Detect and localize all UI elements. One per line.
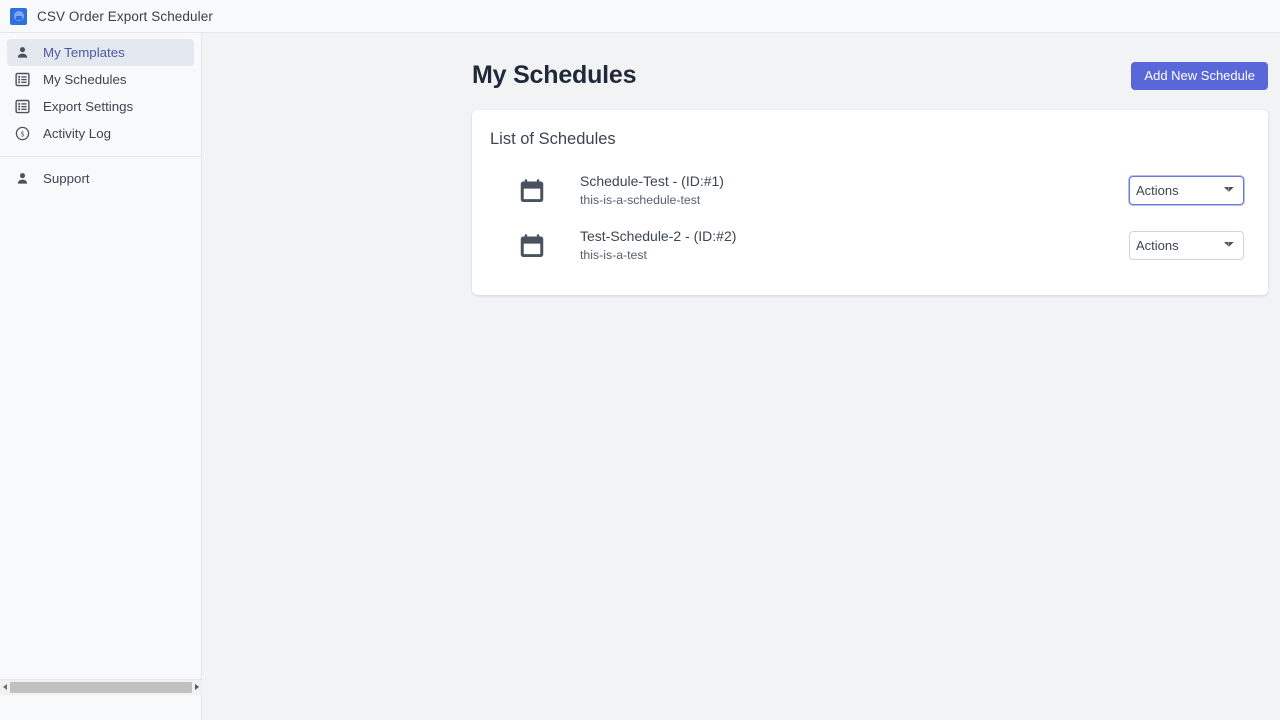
app-logo-glyph xyxy=(13,11,24,21)
sidebar-item-label: My Templates xyxy=(43,45,125,60)
actions-wrap: Actions xyxy=(1129,231,1250,260)
sidebar-item-label: Support xyxy=(43,171,90,186)
add-new-schedule-button[interactable]: Add New Schedule xyxy=(1131,61,1268,90)
dollar-circle-icon: $ xyxy=(15,126,30,141)
list-icon xyxy=(15,72,30,87)
sidebar: My Templates My Schedules Export Setting… xyxy=(0,33,202,720)
list-item[interactable]: Test-Schedule-2 - (ID:#2) this-is-a-test… xyxy=(490,218,1250,273)
app-title: CSV Order Export Scheduler xyxy=(37,8,213,24)
actions-dropdown[interactable]: Actions xyxy=(1129,231,1244,260)
sidebar-item-support[interactable]: Support xyxy=(7,165,194,192)
person-icon xyxy=(17,47,28,58)
schedules-card: List of Schedules Schedule-Test - (ID:#1… xyxy=(472,110,1268,295)
scrollbar-track[interactable] xyxy=(10,679,192,695)
schedule-description: this-is-a-schedule-test xyxy=(580,193,701,207)
actions-dropdown[interactable]: Actions xyxy=(1129,176,1244,205)
schedule-icon-wrap xyxy=(490,176,552,206)
schedule-text: Test-Schedule-2 - (ID:#2) this-is-a-test xyxy=(552,227,1129,264)
sidebar-item-label: Export Settings xyxy=(43,99,134,114)
sidebar-item-label: Activity Log xyxy=(43,126,111,141)
person-icon xyxy=(17,173,28,184)
list-item[interactable]: Schedule-Test - (ID:#1) this-is-a-schedu… xyxy=(490,163,1250,218)
list-icon xyxy=(15,99,30,114)
schedules-list: Schedule-Test - (ID:#1) this-is-a-schedu… xyxy=(490,163,1250,273)
schedule-icon-wrap xyxy=(490,231,552,261)
page-title: My Schedules xyxy=(472,61,637,89)
schedule-name: Test-Schedule-2 - (ID:#2) xyxy=(580,228,737,244)
sidebar-divider xyxy=(0,156,201,157)
caret-right-icon[interactable] xyxy=(192,679,202,695)
sidebar-nav: My Templates My Schedules Export Setting… xyxy=(0,33,201,192)
svg-text:$: $ xyxy=(21,129,25,138)
calendar-icon xyxy=(520,233,544,257)
actions-wrap: Actions xyxy=(1129,176,1250,205)
scrollbar-thumb[interactable] xyxy=(10,681,192,693)
sidebar-horizontal-scrollbar[interactable] xyxy=(0,679,202,695)
sidebar-item-activity-log[interactable]: $ Activity Log xyxy=(7,120,194,147)
schedule-description: this-is-a-test xyxy=(580,248,647,262)
sidebar-item-label: My Schedules xyxy=(43,72,127,87)
card-title: List of Schedules xyxy=(490,130,616,148)
main-content: My Schedules Add New Schedule List of Sc… xyxy=(202,33,1280,720)
sidebar-item-my-templates[interactable]: My Templates xyxy=(7,39,194,66)
window-title-bar: CSV Order Export Scheduler xyxy=(0,0,1280,33)
page-header: My Schedules Add New Schedule xyxy=(472,61,1268,90)
sidebar-item-export-settings[interactable]: Export Settings xyxy=(7,93,194,120)
calendar-icon xyxy=(520,178,544,202)
schedule-text: Schedule-Test - (ID:#1) this-is-a-schedu… xyxy=(552,172,1129,209)
app-logo-icon xyxy=(10,7,27,25)
sidebar-item-my-schedules[interactable]: My Schedules xyxy=(7,66,194,93)
schedule-name: Schedule-Test - (ID:#1) xyxy=(580,173,724,189)
caret-left-icon[interactable] xyxy=(0,679,10,695)
